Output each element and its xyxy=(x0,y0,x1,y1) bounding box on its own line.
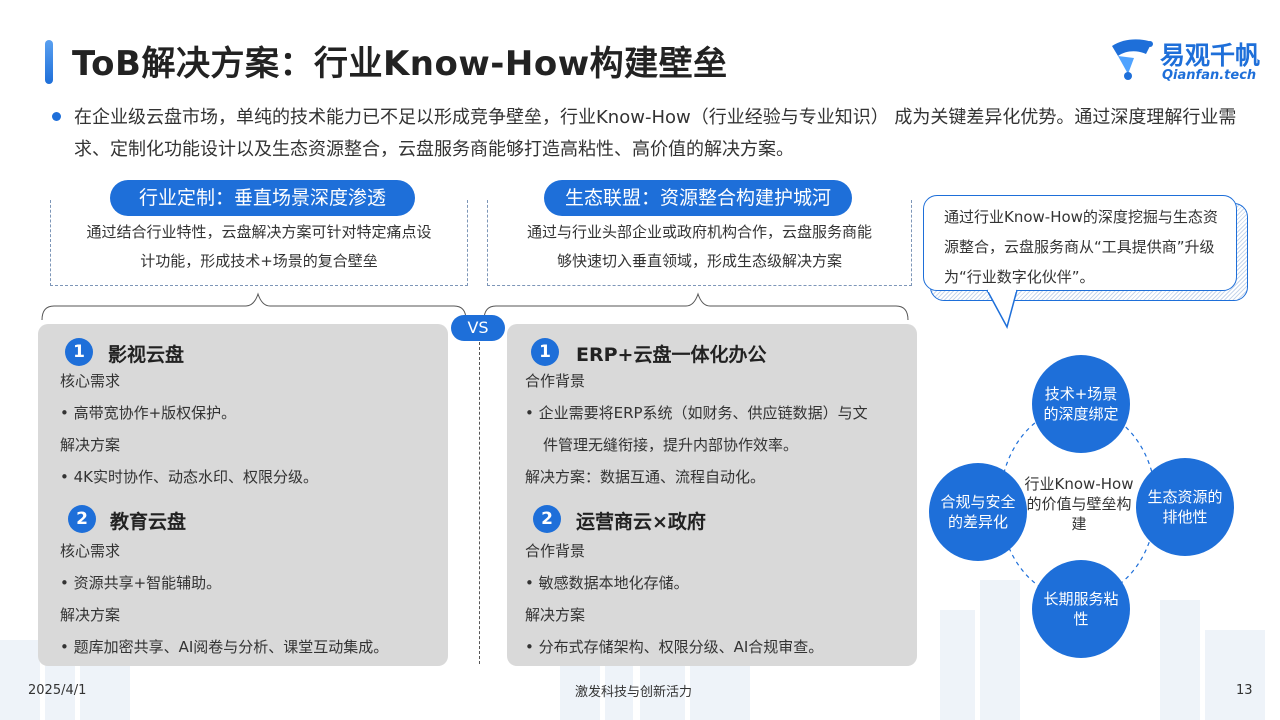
left-item1-title: 影视云盘 xyxy=(108,344,185,366)
intro-paragraph: 在企业级云盘市场，单纯的技术能力已不足以形成竞争壁垒，行业Know-How（行业… xyxy=(74,107,1237,160)
left-item2-sol: • 题库加密共享、AI阅卷与分析、课堂互动集成。 xyxy=(60,638,389,656)
callout-tail xyxy=(986,289,1018,329)
left-item1-need: • 高带宽协作+版权保护。 xyxy=(60,404,237,422)
right-desc-line2: 够快速切入垂直领域，形成生态级解决方案 xyxy=(556,252,842,270)
right-item1-sol: 解决方案：数据互通、流程自动化。 xyxy=(525,468,766,486)
right-item1-bg-line2: 件管理无缝衔接，提升内部协作效率。 xyxy=(543,436,799,454)
left-item2-need: • 资源共享+智能辅助。 xyxy=(60,574,222,592)
cycle-node-bottom: 长期服务粘性 xyxy=(1032,560,1130,658)
callout-bubble: 通过行业Know-How的深度挖掘与生态资源整合，云盘服务商从“工具提供商”升级… xyxy=(923,195,1237,291)
left-desc-line1: 通过结合行业特性，云盘解决方案可针对特定痛点设 xyxy=(86,223,432,241)
page-number: 13 xyxy=(1236,683,1253,698)
logo-text: 易观千帆 xyxy=(1160,41,1261,70)
bullet-dot-icon xyxy=(52,112,61,121)
left-item2-sol-label: 解决方案 xyxy=(60,606,121,624)
cycle-node-left: 合规与安全的差异化 xyxy=(929,463,1027,561)
right-item1-bg-line1: • 企业需要将ERP系统（如财务、供应链数据）与文 xyxy=(525,404,868,422)
left-desc-line2: 计功能，形成技术+场景的复合壁垒 xyxy=(140,252,378,270)
right-item2-number: 2 xyxy=(533,505,561,533)
left-item1-sol-label: 解决方案 xyxy=(60,436,121,454)
logo-icon xyxy=(1112,39,1153,80)
right-item1-title: ERP+云盘一体化办公 xyxy=(576,344,767,366)
footer-slogan: 激发科技与创新活力 xyxy=(575,685,693,700)
cycle-node-right: 生态资源的排他性 xyxy=(1136,458,1234,556)
cycle-node-top: 技术+场景的深度绑定 xyxy=(1032,355,1130,453)
cycle-center-text: 行业Know-How的价值与壁垒构建 xyxy=(1024,475,1134,533)
right-item2-bg: • 敏感数据本地化存储。 xyxy=(525,574,689,592)
vs-badge: VS xyxy=(451,315,505,341)
right-item1-number: 1 xyxy=(531,338,559,366)
right-strategy-pill: 生态联盟：资源整合构建护城河 xyxy=(544,180,852,216)
left-item1-need-label: 核心需求 xyxy=(60,372,121,390)
right-item2-sol: • 分布式存储架构、权限分级、AI合规审查。 xyxy=(525,638,824,656)
right-item2-sol-label: 解决方案 xyxy=(525,606,586,624)
right-item2-bg-label: 合作背景 xyxy=(525,542,586,560)
left-strategy-pill: 行业定制：垂直场景深度渗透 xyxy=(110,180,415,216)
vs-divider-line xyxy=(479,342,480,664)
page-title: ToB解决方案：行业Know-How构建壁垒 xyxy=(72,44,728,84)
logo-subtext: Qianfan.tech xyxy=(1162,68,1257,83)
title-accent-bar xyxy=(45,40,53,84)
left-item1-sol: • 4K实时协作、动态水印、权限分级。 xyxy=(60,468,318,486)
left-item2-number: 2 xyxy=(68,505,96,533)
left-item2-title: 教育云盘 xyxy=(110,511,187,533)
left-item2-need-label: 核心需求 xyxy=(60,542,121,560)
footer-date: 2025/4/1 xyxy=(28,683,87,698)
right-item1-bg-label: 合作背景 xyxy=(525,372,586,390)
right-desc-line1: 通过与行业头部企业或政府机构合作，云盘服务商能 xyxy=(526,223,872,241)
left-item1-number: 1 xyxy=(65,338,93,366)
right-item2-title: 运营商云×政府 xyxy=(576,511,706,533)
